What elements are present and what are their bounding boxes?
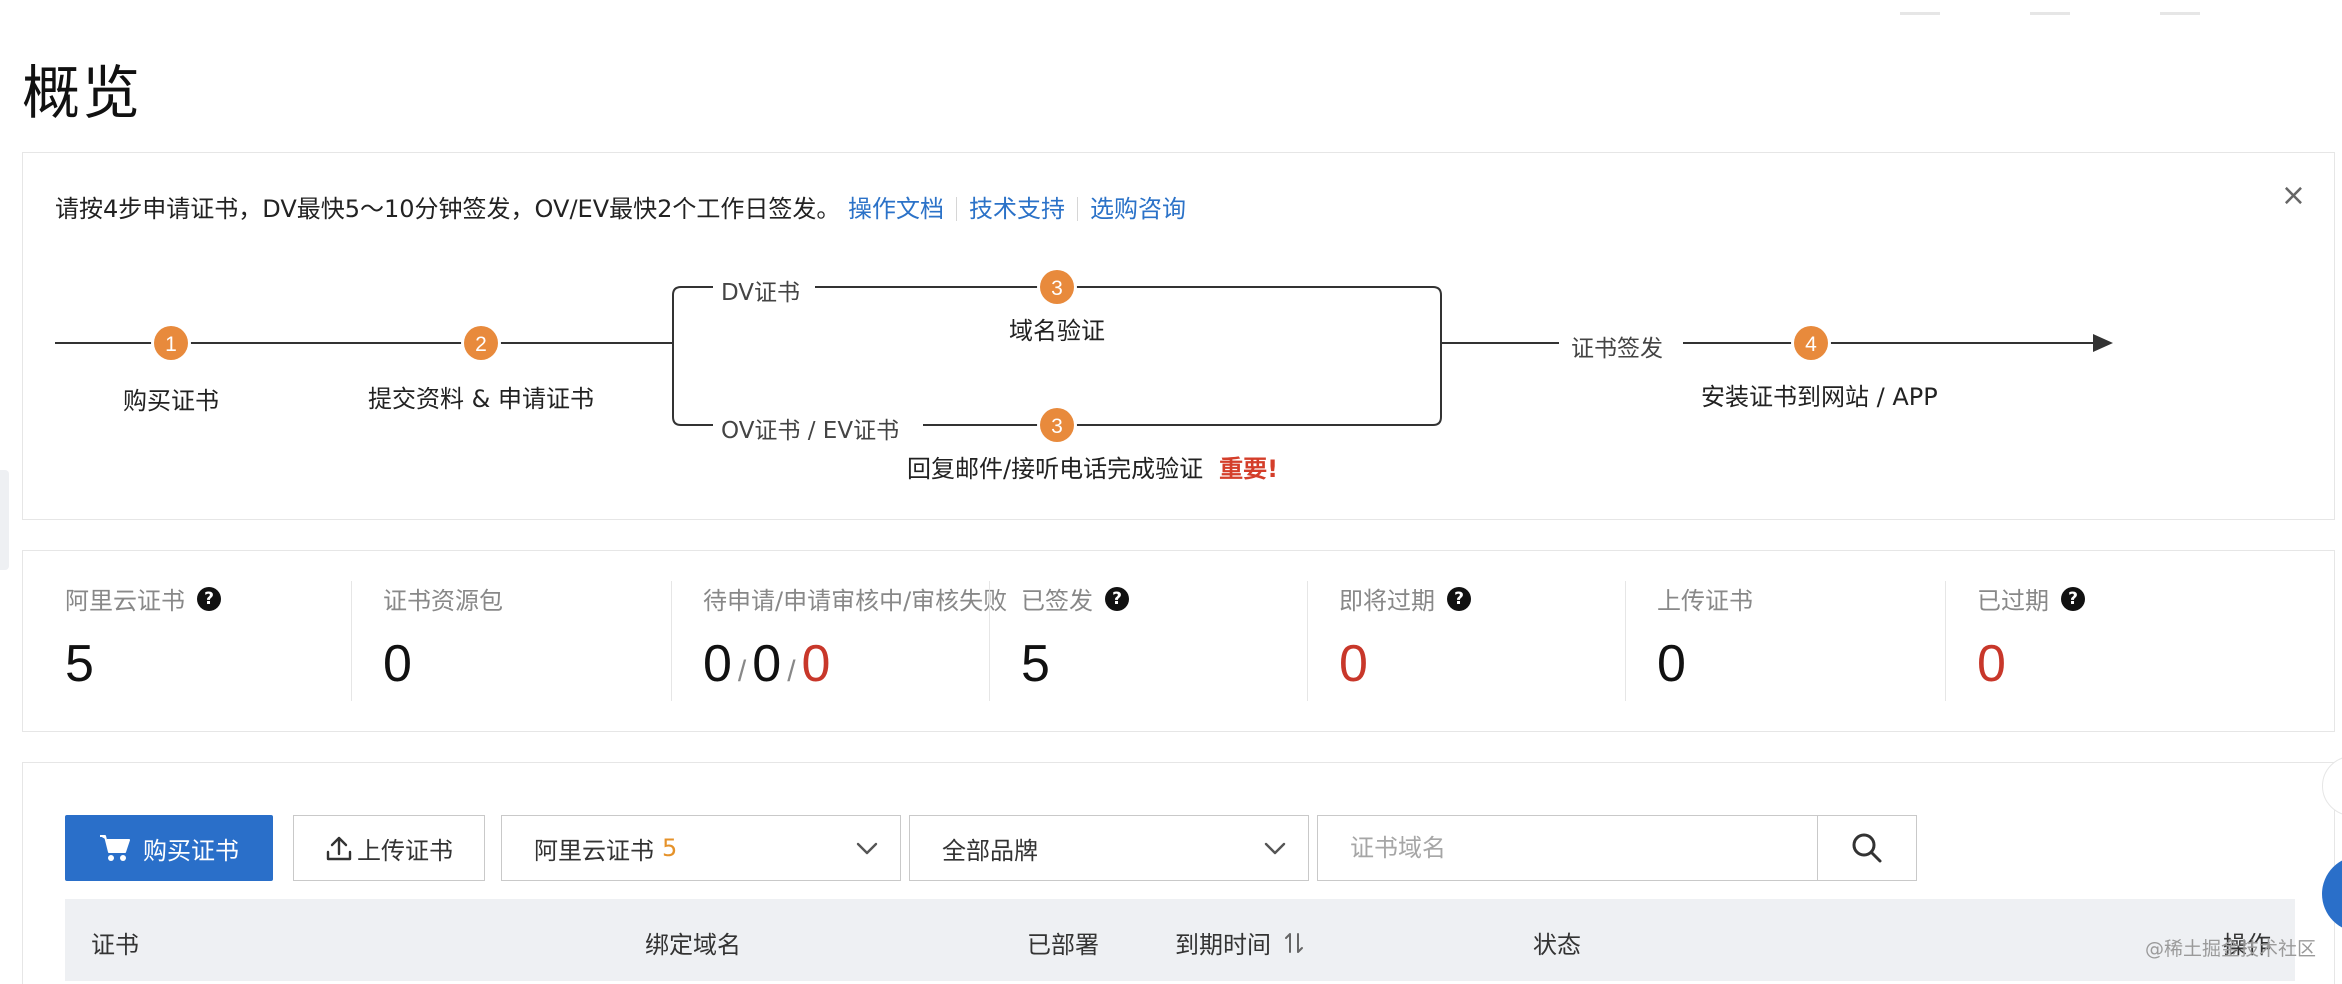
- domain-search-input[interactable]: [1318, 816, 1818, 880]
- stat-expired[interactable]: 已过期? 0: [1977, 581, 2085, 711]
- divider: [989, 581, 990, 701]
- domain-search-box[interactable]: [1317, 815, 1819, 881]
- upload-certificate-button[interactable]: 上传证书: [293, 815, 485, 881]
- step-3-ov-text: 回复邮件/接听电话完成验证: [907, 455, 1204, 483]
- step-1-number: 1: [165, 333, 177, 356]
- branch-right-line: [1099, 286, 1442, 426]
- divider: [351, 581, 352, 701]
- stat-value: 0: [1657, 635, 1686, 693]
- brand-select[interactable]: 全部品牌: [909, 815, 1309, 881]
- expiry-label: 到期时间: [1175, 931, 1271, 959]
- dv-branch-label: DV证书: [721, 280, 801, 306]
- step-3-ov-label: 回复邮件/接听电话完成验证 重要!: [907, 449, 1278, 484]
- column-header-deployed: 已部署: [1027, 931, 1099, 959]
- divider: [1625, 581, 1626, 701]
- cart-icon: [100, 835, 130, 861]
- stat-label: 已过期: [1977, 587, 2049, 615]
- cert-type-count: 5: [662, 834, 678, 862]
- stat-value-group: 0/0/0: [703, 635, 831, 693]
- watermark: @稀土掘金技术社区: [2144, 938, 2316, 960]
- stat-resource-pack[interactable]: 证书资源包 0: [383, 581, 503, 711]
- step-2-number: 2: [475, 333, 487, 356]
- divider: [1945, 581, 1946, 701]
- stat-label: 待申请/申请审核中/审核失败: [703, 587, 1008, 615]
- ov-ev-branch-label: OV证书 / EV证书: [721, 418, 900, 444]
- stats-panel: 阿里云证书? 5 证书资源包 0 待申请/申请审核中/审核失败 0/0/0 已签…: [22, 550, 2335, 732]
- help-icon[interactable]: ?: [1447, 586, 1471, 611]
- step-3-number: 3: [1051, 415, 1063, 438]
- stat-expiring[interactable]: 即将过期? 0: [1339, 581, 1471, 711]
- stat-value: 0: [1339, 635, 1368, 693]
- step-4-marker: 4: [1791, 323, 1831, 363]
- branch-bottom-line: [672, 343, 713, 426]
- stat-label: 即将过期: [1339, 587, 1435, 615]
- stat-uploaded[interactable]: 上传证书 0: [1657, 581, 1753, 711]
- step-3-number: 3: [1051, 277, 1063, 300]
- step-1-label: 购买证书: [123, 387, 219, 415]
- table-header: 证书 绑定域名 已部署 到期时间 状态 操作: [65, 899, 2295, 981]
- issue-label: 证书签发: [1571, 336, 1663, 362]
- column-header-domain: 绑定域名: [645, 931, 741, 959]
- step-3-dv-label: 域名验证: [1009, 317, 1105, 345]
- step-2-marker: 2: [461, 323, 501, 363]
- pending-count: 0: [703, 635, 732, 693]
- chevron-down-icon: [1264, 842, 1286, 855]
- stat-aliyun-certs[interactable]: 阿里云证书? 5: [65, 581, 221, 711]
- chevron-down-icon: [856, 842, 878, 855]
- failed-count: 0: [801, 635, 831, 693]
- step-3-ov-marker: 3: [1037, 405, 1077, 445]
- stat-value: 0: [1977, 635, 2006, 693]
- stat-label: 证书资源包: [383, 587, 503, 615]
- important-tag: 重要!: [1219, 455, 1279, 483]
- column-header-cert: 证书: [91, 931, 139, 959]
- stat-value: 5: [65, 635, 94, 693]
- help-icon[interactable]: ?: [1105, 586, 1129, 611]
- upload-icon: [326, 836, 352, 861]
- stat-label: 上传证书: [1657, 587, 1753, 615]
- step-2-label: 提交资料 & 申请证书: [368, 385, 594, 413]
- upload-certificate-label: 上传证书: [357, 836, 453, 865]
- application-steps-panel: 请按4步申请证书，DV最快5～10分钟签发，OV/EV最快2个工作日签发。 操作…: [22, 152, 2335, 520]
- stat-value: 0: [383, 635, 412, 693]
- column-header-expiry[interactable]: 到期时间: [1175, 925, 1305, 960]
- arrow-head-icon: [2093, 334, 2113, 352]
- step-1-marker: 1: [151, 323, 191, 363]
- buy-certificate-label: 购买证书: [143, 836, 239, 865]
- help-icon[interactable]: ?: [2061, 586, 2085, 611]
- search-button[interactable]: [1817, 815, 1917, 881]
- search-icon: [1852, 833, 1882, 863]
- step-4-number: 4: [1805, 333, 1817, 356]
- divider: [671, 581, 672, 701]
- page-title: 概览: [22, 59, 143, 127]
- branch-top-line: [672, 286, 713, 343]
- step-4-label: 安装证书到网站 / APP: [1701, 383, 1938, 411]
- sort-icon[interactable]: [1283, 930, 1305, 956]
- column-header-status: 状态: [1533, 931, 1581, 959]
- stat-pending[interactable]: 待申请/申请审核中/审核失败 0/0/0: [703, 581, 1007, 711]
- step-3-dv-marker: 3: [1037, 267, 1077, 307]
- cert-type-select[interactable]: 阿里云证书 5: [501, 815, 901, 881]
- reviewing-count: 0: [752, 635, 782, 693]
- stat-issued[interactable]: 已签发? 5: [1021, 581, 1129, 711]
- sidebar-collapse-handle[interactable]: [0, 470, 9, 570]
- help-icon[interactable]: ?: [197, 586, 221, 611]
- top-nav-remnant: [1900, 0, 2300, 15]
- buy-certificate-button[interactable]: 购买证书: [65, 815, 273, 881]
- brand-value: 全部品牌: [942, 836, 1038, 865]
- stat-label: 阿里云证书: [65, 587, 185, 615]
- divider: [1307, 581, 1308, 701]
- cert-type-value: 阿里云证书: [534, 836, 654, 865]
- stat-label: 已签发: [1021, 587, 1093, 615]
- stat-value: 5: [1021, 635, 1050, 693]
- certificate-list-panel: 购买证书 上传证书 阿里云证书 5 全部品牌 证书 绑定域名 已部署 到期时间 状…: [22, 762, 2335, 984]
